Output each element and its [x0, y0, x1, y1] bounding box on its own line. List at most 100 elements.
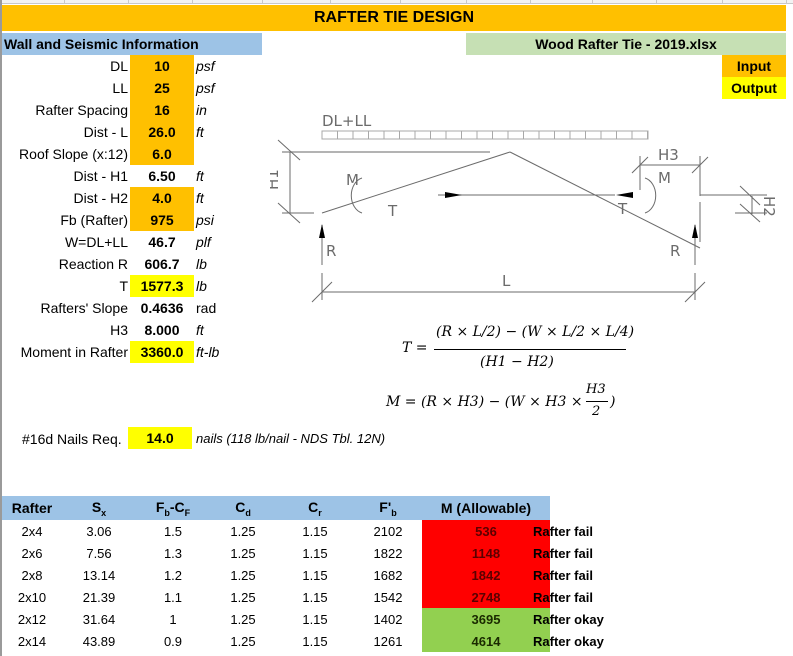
param-row: Dist - L 26.0 ft	[2, 121, 262, 143]
param-value[interactable]: 6.0	[130, 143, 194, 165]
param-unit: lb	[196, 256, 207, 272]
tension-formula-denominator: (H1 − H2)	[480, 354, 554, 370]
cell-cd: 1.25	[230, 545, 256, 561]
cell-rafter: 2x12	[17, 611, 47, 627]
param-label: LL	[112, 80, 128, 96]
cell-fb: 2102	[373, 523, 403, 539]
cell-sx: 3.06	[86, 523, 112, 539]
param-label: DL	[110, 58, 128, 74]
distributed-load-strip	[321, 130, 649, 140]
nails-value[interactable]: 14.0	[128, 427, 192, 449]
cell-sx: 43.89	[82, 633, 116, 649]
fraction-bar	[434, 349, 626, 350]
status-label: Rafter fail	[533, 590, 593, 605]
h3-label: H3	[658, 146, 679, 164]
table-row: 2x10 21.39 1.1 1.25 1.15 1542 2748	[2, 586, 550, 608]
table-header-row: Rafter Sx Fb-CF Cd Cr F'b M (Allowable)	[2, 496, 550, 520]
moment-formula-frac-den: 2	[592, 404, 601, 419]
legend-input: Input	[722, 55, 786, 77]
rafter-tie-diagram: DL+LL H1 H2 H3 M M T T R R L	[270, 112, 778, 303]
param-label: Dist - L	[83, 124, 128, 140]
param-label: Reaction R	[58, 256, 128, 272]
cell-cd: 1.25	[230, 589, 256, 605]
cell-rafter: 2x8	[21, 567, 43, 583]
cell-sx: 31.64	[82, 611, 116, 627]
cell-fb: 1402	[373, 611, 403, 627]
table-row: 2x12 31.64 1 1.25 1.15 1402 3695	[2, 608, 550, 630]
nails-label: #16d Nails Req.	[22, 431, 122, 447]
sheet-title: RAFTER TIE DESIGN	[2, 5, 786, 31]
param-row: Rafters' Slope 0.4636 rad	[2, 297, 262, 319]
header-sx: Sx	[62, 496, 136, 520]
cell-m-allowable: 1842	[422, 564, 550, 586]
cell-fbcf: 1	[169, 611, 177, 627]
param-row: Fb (Rafter) 975 psi	[2, 209, 262, 231]
cell-rafter: 2x4	[21, 523, 43, 539]
header-cd: Cd	[210, 496, 276, 520]
param-value[interactable]: 26.0	[130, 121, 194, 143]
cell-fb: 1682	[373, 567, 403, 583]
param-value[interactable]: 10	[130, 55, 194, 77]
param-row: W=DL+LL 46.7 plf	[2, 231, 262, 253]
moment-formula-main: M = (R × H3) − (W × H3 ×	[386, 394, 583, 410]
cell-sx: 7.56	[86, 545, 112, 561]
cell-rafter: 2x14	[17, 633, 47, 649]
section-header: Wall and Seismic Information	[2, 33, 262, 55]
cell-fb: 1261	[373, 633, 403, 649]
param-row: DL 10 psf	[2, 55, 262, 77]
cell-cr: 1.15	[302, 523, 328, 539]
h1-label: H1	[270, 169, 282, 190]
left-reaction-arrowhead	[319, 224, 325, 238]
param-unit: in	[196, 102, 207, 118]
table-row: 2x8 13.14 1.2 1.25 1.15 1682 1842	[2, 564, 550, 586]
right-rafter	[509, 151, 701, 249]
param-row: Rafter Spacing 16 in	[2, 99, 262, 121]
cell-cr: 1.15	[302, 633, 328, 649]
right-reaction-label: R	[670, 242, 680, 260]
param-unit: lb	[196, 278, 207, 294]
left-tension-arrowhead	[445, 192, 462, 198]
param-value: 0.4636	[140, 300, 184, 316]
param-label: W=DL+LL	[64, 234, 128, 250]
param-unit: psf	[196, 58, 215, 74]
moment-formula-frac-num: H3	[586, 382, 606, 397]
param-label: Moment in Rafter	[20, 344, 128, 360]
column-gridlines	[0, 0, 793, 4]
param-row: LL 25 psf	[2, 77, 262, 99]
param-row: Moment in Rafter 3360.0 ft-lb	[2, 341, 262, 363]
table-row: 2x4 3.06 1.5 1.25 1.15 2102 536	[2, 520, 550, 542]
param-value[interactable]: 25	[130, 77, 194, 99]
cell-cr: 1.15	[302, 611, 328, 627]
load-label: DL+LL	[322, 112, 372, 130]
cell-sx: 21.39	[82, 589, 116, 605]
h2-label: H2	[760, 196, 778, 217]
header-fb-cf: Fb-CF	[136, 496, 210, 520]
cell-sx: 13.14	[82, 567, 116, 583]
status-label: Rafter okay	[533, 634, 604, 649]
cell-m-allowable: 3695	[422, 608, 550, 630]
param-unit: ft	[196, 168, 204, 184]
status-label: Rafter fail	[533, 546, 593, 561]
param-value[interactable]: 16	[130, 99, 194, 121]
tension-formula-numerator: (R × L/2) − (W × L/2 × L/4)	[436, 324, 635, 340]
param-unit: ft	[196, 322, 204, 338]
param-row: Reaction R 606.7 lb	[2, 253, 262, 275]
param-unit: rad	[196, 300, 217, 316]
cell-fbcf: 0.9	[163, 633, 183, 649]
table-row: 2x6 7.56 1.3 1.25 1.15 1822 1148	[2, 542, 550, 564]
param-label: Rafter Spacing	[35, 102, 128, 118]
cell-fb: 1542	[373, 589, 403, 605]
param-unit: ft-lb	[196, 344, 220, 360]
header-fb-prime: F'b	[354, 496, 422, 520]
right-tension-arrowhead	[616, 192, 633, 198]
right-reaction-arrowhead	[692, 224, 698, 238]
cell-fbcf: 1.1	[163, 589, 183, 605]
cell-cd: 1.25	[230, 611, 256, 627]
param-value[interactable]: 975	[130, 209, 194, 231]
param-row: H3 8.000 ft	[2, 319, 262, 341]
param-label: T	[119, 278, 128, 294]
param-value[interactable]: 4.0	[130, 187, 194, 209]
header-cr: Cr	[276, 496, 354, 520]
param-value: 606.7	[144, 256, 180, 272]
tension-formula-lhs: T =	[402, 340, 428, 356]
